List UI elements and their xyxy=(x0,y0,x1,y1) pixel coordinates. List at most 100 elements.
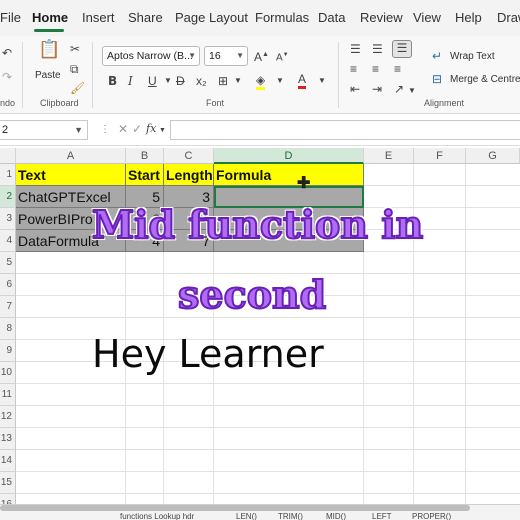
wrap-text-icon[interactable]: ↵ xyxy=(432,49,442,63)
wrap-text-button[interactable]: Wrap Text xyxy=(450,51,495,62)
chevron-down-icon[interactable]: ▼ xyxy=(234,74,242,88)
horizontal-scrollbar[interactable] xyxy=(0,505,470,511)
row-header-12[interactable]: 12 xyxy=(0,406,16,428)
fill-color-icon[interactable]: ◈ xyxy=(256,73,266,90)
tab-page-layout[interactable]: Page Layout xyxy=(175,10,248,25)
chevron-down-icon[interactable]: ▼ xyxy=(159,124,166,138)
column-header-c[interactable]: C xyxy=(164,148,214,164)
row-header-8[interactable]: 8 xyxy=(0,318,16,340)
row-header-11[interactable]: 11 xyxy=(0,384,16,406)
subscript-icon[interactable]: x₂ xyxy=(196,74,207,88)
redo-icon[interactable]: ↷ xyxy=(2,70,12,84)
more-icon[interactable]: ⋮ xyxy=(100,123,110,137)
paste-icon[interactable]: 📋 xyxy=(38,40,60,58)
column-header-e[interactable]: E xyxy=(364,148,414,164)
format-painter-icon[interactable]: 🖌 xyxy=(70,81,85,95)
column-header-d[interactable]: D xyxy=(214,148,364,164)
row-header-4[interactable]: 4 xyxy=(0,230,16,252)
cut-icon[interactable]: ✂ xyxy=(70,42,80,56)
italic-button[interactable]: I xyxy=(128,74,133,88)
enter-icon[interactable]: ✓ xyxy=(132,122,142,136)
align-top-icon[interactable]: ☰ xyxy=(350,42,361,56)
gridline xyxy=(16,427,520,428)
row-header-10[interactable]: 10 xyxy=(0,362,16,384)
sheet-tab-bar: functions Lookup hdr LEN() TRIM() MID() … xyxy=(0,504,520,520)
column-header-f[interactable]: F xyxy=(414,148,466,164)
font-name-combo[interactable]: Aptos Narrow (B... ▼ xyxy=(102,46,200,66)
cell-b1[interactable]: Start xyxy=(126,164,164,186)
name-box[interactable]: 2 ▼ xyxy=(0,120,88,140)
chevron-down-icon[interactable]: ▼ xyxy=(276,74,284,88)
overlay-title-line2: second xyxy=(177,271,327,318)
tab-share[interactable]: Share xyxy=(128,10,163,25)
column-header-b[interactable]: B xyxy=(126,148,164,164)
sheet-tab-len[interactable]: LEN() xyxy=(236,512,257,520)
align-middle-icon[interactable]: ☰ xyxy=(372,42,383,56)
cell-d1[interactable]: Formula xyxy=(214,164,364,186)
decrease-indent-icon[interactable]: ⇤ xyxy=(350,82,360,96)
paste-button[interactable]: Paste xyxy=(35,70,61,81)
tab-draw[interactable]: Draw xyxy=(497,10,520,25)
row-header-7[interactable]: 7 xyxy=(0,296,16,318)
sheet-tab-proper[interactable]: PROPER() xyxy=(412,512,451,520)
tab-review[interactable]: Review xyxy=(360,10,403,25)
strikethrough-button[interactable]: D xyxy=(176,74,185,88)
gridline xyxy=(16,383,520,384)
sheet-tab-left[interactable]: LEFT xyxy=(372,512,392,520)
sheet-tab-functions[interactable]: functions Lookup hdr xyxy=(120,512,194,520)
tab-home[interactable]: Home xyxy=(32,10,68,25)
formula-input[interactable] xyxy=(170,120,520,140)
tab-view[interactable]: View xyxy=(413,10,441,25)
row-header-13[interactable]: 13 xyxy=(0,428,16,450)
tab-formulas[interactable]: Formulas xyxy=(255,10,309,25)
insert-function-button[interactable]: fx xyxy=(146,122,156,136)
row-header-9[interactable]: 9 xyxy=(0,340,16,362)
chevron-down-icon[interactable]: ▼ xyxy=(164,74,172,88)
bold-button[interactable]: B xyxy=(108,74,117,88)
underline-button[interactable]: U xyxy=(148,74,157,88)
copy-icon[interactable]: ⧉ xyxy=(70,62,79,76)
cell-c1[interactable]: Length xyxy=(164,164,214,186)
gridline xyxy=(16,471,520,472)
orientation-icon[interactable]: ↗ xyxy=(394,82,404,96)
tab-insert[interactable]: Insert xyxy=(82,10,115,25)
chevron-down-icon: ▼ xyxy=(74,125,83,135)
row-header-14[interactable]: 14 xyxy=(0,450,16,472)
column-header-a[interactable]: A xyxy=(16,148,126,164)
sheet-tab-mid[interactable]: MID() xyxy=(326,512,346,520)
row-header-1[interactable]: 1 xyxy=(0,164,16,186)
font-color-icon[interactable]: A xyxy=(298,72,307,89)
cancel-icon[interactable]: ✕ xyxy=(118,122,128,136)
tab-data[interactable]: Data xyxy=(318,10,345,25)
row-header-6[interactable]: 6 xyxy=(0,274,16,296)
align-bottom-icon[interactable]: ☰ xyxy=(392,40,412,58)
cell-a1[interactable]: Text xyxy=(16,164,126,186)
align-center-icon[interactable]: ≡ xyxy=(372,62,379,76)
borders-icon[interactable]: ⊞ xyxy=(218,74,228,88)
sheet-tab-trim[interactable]: TRIM() xyxy=(278,512,303,520)
increase-indent-icon[interactable]: ⇥ xyxy=(372,82,382,96)
tab-file[interactable]: File xyxy=(0,10,21,25)
column-header-g[interactable]: G xyxy=(466,148,520,164)
row-header-5[interactable]: 5 xyxy=(0,252,16,274)
chevron-down-icon[interactable]: ▼ xyxy=(318,74,326,88)
tagline: Hey Learner xyxy=(92,332,324,376)
grow-font-icon[interactable]: A▲ xyxy=(254,48,269,64)
row-header-16[interactable]: 16 xyxy=(0,494,16,504)
chevron-down-icon[interactable]: ▼ xyxy=(408,84,416,98)
font-size-combo[interactable]: 16 ▼ xyxy=(204,46,248,66)
tab-help[interactable]: Help xyxy=(455,10,482,25)
shrink-font-icon[interactable]: A▼ xyxy=(276,48,289,65)
row-header-15[interactable]: 15 xyxy=(0,472,16,494)
merge-centre-button[interactable]: Merge & Centre xyxy=(450,74,520,85)
font-name-value: Aptos Narrow (B... xyxy=(107,50,193,62)
align-left-icon[interactable]: ≡ xyxy=(350,62,357,76)
row-header-2[interactable]: 2 xyxy=(0,186,16,208)
gridline xyxy=(16,493,520,494)
merge-centre-icon[interactable]: ⊟ xyxy=(432,72,442,86)
align-right-icon[interactable]: ≡ xyxy=(394,62,401,76)
name-box-value: 2 xyxy=(2,124,9,136)
select-all-corner[interactable] xyxy=(0,148,16,164)
row-header-3[interactable]: 3 xyxy=(0,208,16,230)
undo-icon[interactable]: ↶ xyxy=(2,46,12,60)
